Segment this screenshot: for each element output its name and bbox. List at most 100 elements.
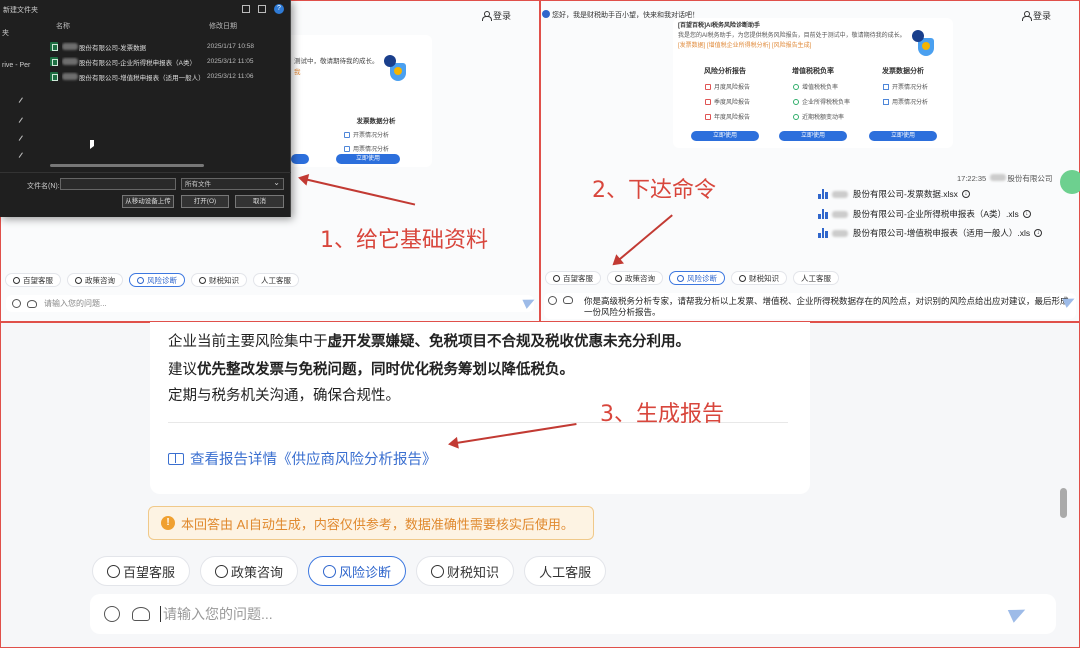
risk-report-item[interactable]: 年度风险报告 bbox=[705, 112, 767, 121]
headset-icon bbox=[13, 276, 20, 284]
open-button[interactable]: 打开(O) bbox=[181, 195, 229, 208]
upload-icon[interactable] bbox=[132, 607, 150, 621]
quick-actions: 百望客服 政策咨询 风险诊断 财税知识 人工客服 bbox=[5, 273, 299, 287]
shield-icon bbox=[384, 55, 410, 85]
download-icon[interactable]: ↓ bbox=[1034, 229, 1043, 237]
use-now-button[interactable]: 立即使用 bbox=[779, 131, 847, 141]
invoice-item[interactable]: 用票情况分析 bbox=[883, 97, 945, 106]
vat-item[interactable]: 增值税税负率 bbox=[793, 82, 855, 91]
pin-icon bbox=[18, 117, 26, 125]
quick-customer-service[interactable]: 百望客服 bbox=[5, 273, 61, 287]
use-now-button[interactable]: 立即使用 bbox=[691, 131, 759, 141]
attached-file[interactable]: 股份有限公司-企业所得税申报表（A类）.xls ↓ bbox=[818, 208, 1031, 220]
col-name[interactable]: 名称 bbox=[56, 21, 209, 31]
attached-file[interactable]: 股份有限公司-发票数据.xlsx ↓ bbox=[818, 188, 970, 200]
pane-icon[interactable] bbox=[258, 5, 266, 13]
chat-input[interactable]: 请输入您的问题... bbox=[90, 594, 1056, 634]
quick-tax-knowledge[interactable]: 财税知识 bbox=[731, 271, 787, 285]
subcard-item[interactable]: 用票情况分析 bbox=[344, 144, 418, 153]
chart-icon bbox=[883, 83, 889, 90]
chat-input[interactable]: 请输入您的问题... bbox=[6, 295, 534, 312]
report-detail-link[interactable]: 查看报告详情《供应商风险分析报告》 bbox=[168, 448, 437, 469]
quick-human-service[interactable]: 人工客服 bbox=[524, 556, 607, 586]
file-row[interactable]: 股份有限公司-增值税申报表（适用一般人） 2025/3/12 11:06 bbox=[44, 69, 291, 84]
horizontal-scrollbar[interactable] bbox=[50, 164, 204, 167]
quick-customer-service[interactable]: 百望客服 bbox=[545, 271, 601, 285]
upload-icon[interactable] bbox=[27, 299, 37, 308]
user-avatar bbox=[1060, 170, 1080, 194]
login-button[interactable]: 登录 bbox=[482, 9, 511, 22]
quick-policy[interactable]: 政策咨询 bbox=[200, 556, 299, 586]
quick-risk-diagnosis[interactable]: 风险诊断 bbox=[669, 271, 725, 285]
spreadsheet-icon bbox=[818, 189, 828, 199]
invoice-item[interactable]: 开票情况分析 bbox=[883, 82, 945, 91]
filetype-select[interactable]: 所有文件 bbox=[181, 177, 284, 190]
emoji-icon[interactable] bbox=[548, 296, 557, 305]
risk-report-item[interactable]: 月度风险报告 bbox=[705, 82, 767, 91]
vertical-scrollbar[interactable] bbox=[1060, 488, 1067, 518]
cancel-button[interactable]: 取消 bbox=[235, 195, 284, 208]
report-line: 建议优先整改发票与免税问题，同时优化税务筹划以降低税负。 bbox=[168, 362, 574, 378]
upload-icon[interactable] bbox=[563, 296, 573, 304]
use-now-button[interactable]: 立即使用 bbox=[869, 131, 937, 141]
sidebar-item[interactable]: 夹 bbox=[2, 28, 9, 38]
input-placeholder: 请输入您的问题... bbox=[163, 606, 273, 622]
quick-actions: 百望客服 政策咨询 风险诊断 财税知识 人工客服 bbox=[545, 271, 839, 285]
use-now-button[interactable]: 立即使用 bbox=[336, 154, 400, 164]
quick-tax-knowledge[interactable]: 财税知识 bbox=[191, 273, 247, 287]
sidebar-item-onedrive[interactable]: rive - Per bbox=[2, 62, 30, 69]
quick-risk-diagnosis[interactable]: 风险诊断 bbox=[308, 556, 407, 586]
attached-file[interactable]: 股份有限公司-增值税申报表（适用一般人）.xls ↓ bbox=[818, 227, 1043, 239]
dialog-title: 新建文件夹 bbox=[3, 7, 38, 14]
chat-icon bbox=[215, 564, 229, 578]
book-icon bbox=[739, 274, 746, 282]
help-icon[interactable]: ? bbox=[274, 4, 284, 14]
filename-label: 文件名(N): bbox=[27, 183, 60, 190]
pin-icon bbox=[18, 135, 26, 143]
dialog-footer: 文件名(N): 所有文件 从移动设备上传 打开(O) 取消 bbox=[0, 172, 291, 217]
quick-human-service[interactable]: 人工客服 bbox=[253, 273, 299, 287]
quick-policy[interactable]: 政策咨询 bbox=[607, 271, 663, 285]
file-row[interactable]: 股份有限公司-发票数据 2025/1/17 10:58 bbox=[44, 39, 291, 54]
upload-mobile-button[interactable]: 从移动设备上传 bbox=[122, 195, 174, 208]
annotation-step3: 3、生成报告 bbox=[600, 402, 724, 427]
invoice-column: 发票数据分析 开票情况分析 用票情况分析 bbox=[861, 66, 945, 106]
risk-report-item[interactable]: 季度风险报告 bbox=[705, 97, 767, 106]
file-row[interactable]: 股份有限公司-企业所得税申报表（A类） 2025/3/12 11:05 bbox=[44, 54, 291, 69]
filename-input[interactable] bbox=[60, 178, 176, 190]
download-icon[interactable]: ↓ bbox=[961, 190, 970, 198]
vat-item[interactable]: 企业所得税税负率 bbox=[793, 97, 855, 106]
chart-icon bbox=[344, 145, 350, 152]
subcard-item[interactable]: 开票情况分析 bbox=[344, 130, 418, 139]
shield-icon bbox=[677, 274, 684, 282]
pin-icon bbox=[18, 97, 26, 105]
use-now-button-partial[interactable] bbox=[291, 154, 309, 164]
file-list-header: 名称 修改日期 bbox=[44, 18, 291, 31]
quick-policy[interactable]: 政策咨询 bbox=[67, 273, 123, 287]
report-line: 定期与税务机关沟通，确保合规性。 bbox=[168, 388, 400, 404]
subcard-title: 发票数据分析 bbox=[356, 118, 396, 125]
typed-command[interactable]: 你是高级税务分析专家，请帮我分析以上发票、增值税、企业所得税数据存在的风险点，对… bbox=[584, 296, 1072, 318]
pin-icon bbox=[18, 152, 26, 160]
headset-icon bbox=[107, 564, 120, 578]
bot-avatar-icon bbox=[542, 10, 550, 18]
download-icon[interactable]: ↓ bbox=[1022, 210, 1031, 218]
vat-item[interactable]: 近期税额变动率 bbox=[793, 112, 855, 121]
emoji-icon[interactable] bbox=[12, 299, 21, 308]
quick-human-service[interactable]: 人工客服 bbox=[793, 271, 839, 285]
report-line: 企业当前主要风险集中于虚开发票嫌疑、免税项目不合规及税收优惠未充分利用。 bbox=[168, 334, 690, 350]
diagnosis-card: [百望百税]AI税务风险诊断助手 我是您的AI税务助手，为您提供税务风险报告，目… bbox=[673, 18, 953, 148]
emoji-icon[interactable] bbox=[104, 606, 120, 622]
login-button[interactable]: 登录 bbox=[1022, 9, 1051, 22]
file-open-dialog: 新建文件夹 ? 夹 rive - Per 名称 修改日期 股份有限公司-发票数据… bbox=[0, 0, 291, 217]
warning-icon: ! bbox=[161, 516, 175, 530]
quick-customer-service[interactable]: 百望客服 bbox=[92, 556, 191, 586]
card-desc: 我是您的AI税务助手，为您提供税务风险报告，目前处于测试中，敬请期待我的成长。 bbox=[678, 33, 906, 39]
spreadsheet-icon bbox=[818, 209, 828, 219]
quick-tax-knowledge[interactable]: 财税知识 bbox=[416, 556, 515, 586]
quick-risk-diagnosis[interactable]: 风险诊断 bbox=[129, 273, 185, 287]
chart-icon bbox=[344, 131, 350, 138]
col-date[interactable]: 修改日期 bbox=[209, 21, 237, 31]
risk-report-column: 风险分析报告 月度风险报告 季度风险报告 年度风险报告 bbox=[683, 66, 767, 121]
view-icon[interactable] bbox=[242, 5, 250, 13]
